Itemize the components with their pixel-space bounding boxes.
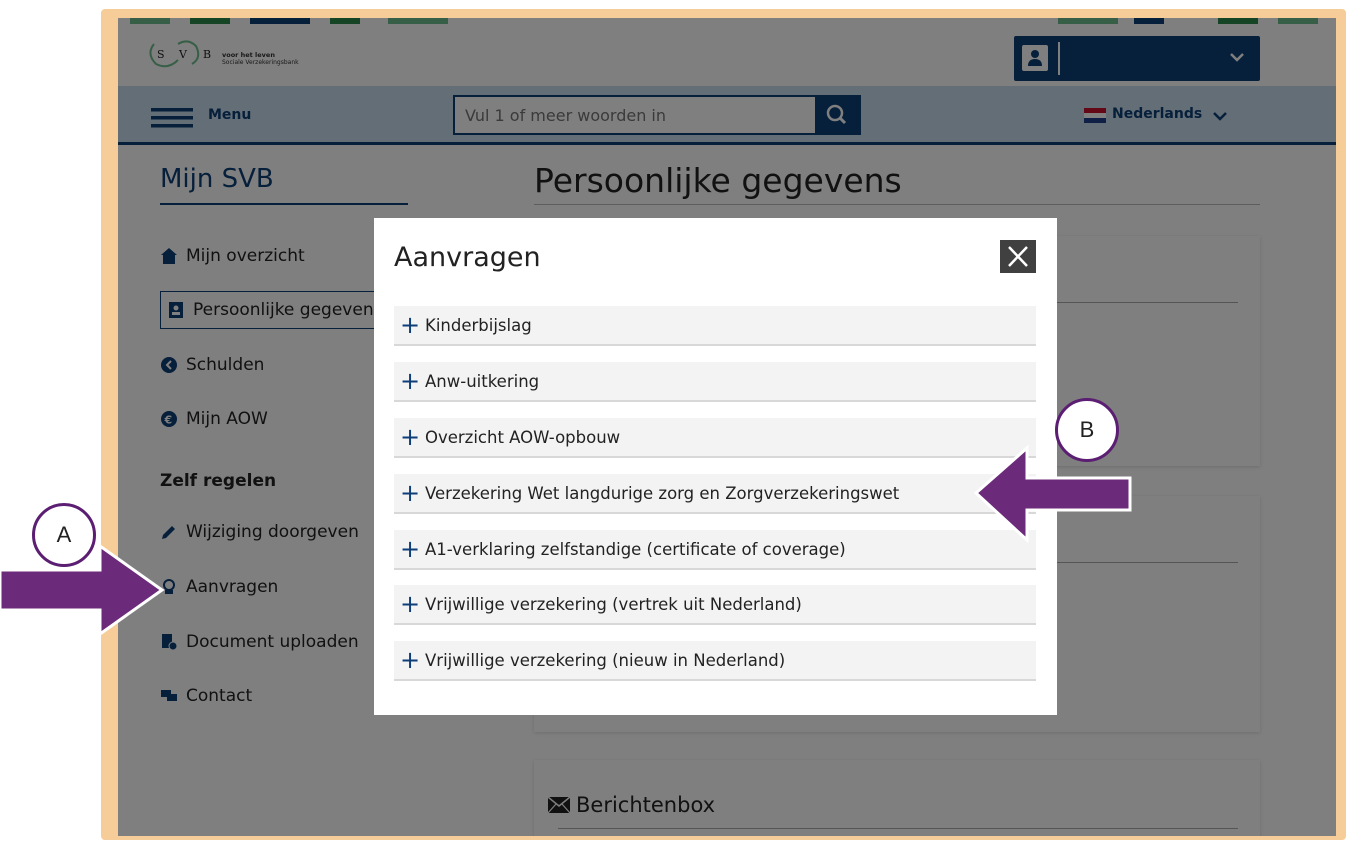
accordion-item-wlz-zvw[interactable]: + Verzekering Wet langdurige zorg en Zor… [394,474,1036,514]
plus-icon: + [399,311,421,339]
accordion-item-vrijwillig-nieuw[interactable]: + Vrijwillige verzekering (nieuw in Nede… [394,641,1036,681]
accordion-item-aow-opbouw[interactable]: + Overzicht AOW-opbouw [394,418,1036,458]
plus-icon: + [399,423,421,451]
modal-title: Aanvragen [394,242,541,273]
app-window: S V B voor het leven Sociale Verzekering… [118,18,1336,836]
plus-icon: + [399,646,421,674]
close-button[interactable] [1000,240,1036,273]
accordion-label: Kinderbijslag [425,315,532,335]
accordion-item-a1-verklaring[interactable]: + A1-verklaring zelfstandige (certificat… [394,530,1036,570]
accordion-item-anw[interactable]: + Anw-uitkering [394,362,1036,402]
accordion-label: Vrijwillige verzekering (vertrek uit Ned… [425,594,802,614]
accordion-label: Overzicht AOW-opbouw [425,427,621,447]
close-icon [1008,246,1028,267]
plus-icon: + [399,479,421,507]
accordion-label: Verzekering Wet langdurige zorg en Zorgv… [425,483,900,503]
accordion-item-kinderbijslag[interactable]: + Kinderbijslag [394,306,1036,346]
callout-a: A [32,503,96,567]
accordion-item-vrijwillig-vertrek[interactable]: + Vrijwillige verzekering (vertrek uit N… [394,585,1036,625]
applications-modal: Aanvragen + Kinderbijslag + Anw-uitkerin… [374,218,1057,715]
plus-icon: + [399,535,421,563]
accordion-label: A1-verklaring zelfstandige (certificate … [425,539,846,559]
accordion-label: Vrijwillige verzekering (nieuw in Nederl… [425,650,786,670]
plus-icon: + [399,590,421,618]
annotation-arrow-b [973,444,1132,544]
callout-b: B [1055,398,1119,462]
plus-icon: + [399,367,421,395]
accordion-label: Anw-uitkering [425,371,540,391]
